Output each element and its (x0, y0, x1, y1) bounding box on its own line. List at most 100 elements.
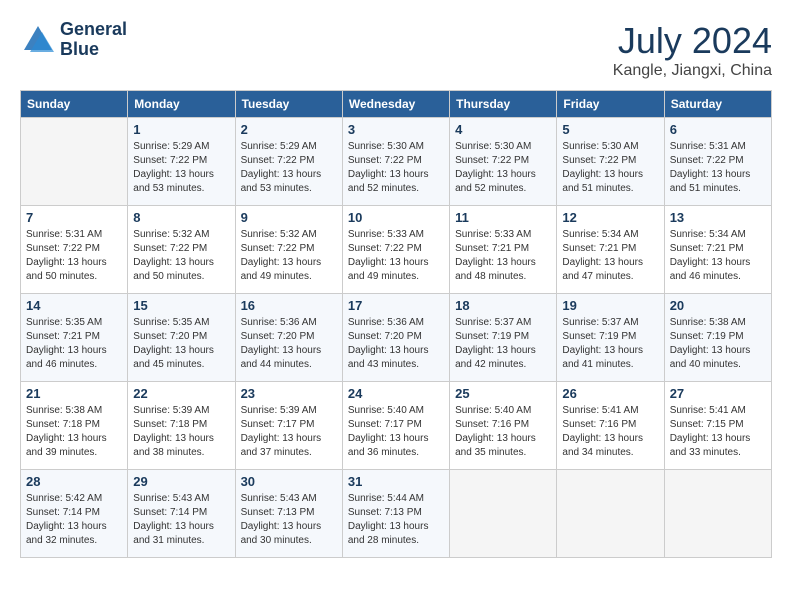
day-number: 28 (26, 474, 122, 489)
calendar-cell: 29 Sunrise: 5:43 AMSunset: 7:14 PMDayligh… (128, 470, 235, 558)
logo-icon (20, 22, 56, 58)
day-number: 18 (455, 298, 551, 313)
calendar-table: SundayMondayTuesdayWednesdayThursdayFrid… (20, 90, 772, 558)
calendar-cell: 6Sunrise: 5:31 AMSunset: 7:22 PMDaylight… (664, 118, 771, 206)
day-info: Sunrise: 5:43 AMSunset: 7:14 PMDaylight:… (133, 492, 229, 548)
calendar-cell: 12 Sunrise: 5:34 AMSunset: 7:21 PMDayligh… (557, 206, 664, 294)
calendar-cell: 15 Sunrise: 5:35 AMSunset: 7:20 PMDayligh… (128, 294, 235, 382)
weekday-header-row: SundayMondayTuesdayWednesdayThursdayFrid… (21, 91, 772, 118)
day-info: Sunrise: 5:31 AMSunset: 7:22 PMDaylight:… (26, 228, 122, 284)
day-number: 9 (241, 210, 337, 225)
day-info: Sunrise: 5:36 AMSunset: 7:20 PMDaylight:… (348, 316, 444, 372)
day-info: Sunrise: 5:38 AMSunset: 7:18 PMDaylight:… (26, 404, 122, 460)
day-number: 24 (348, 386, 444, 401)
day-number: 16 (241, 298, 337, 313)
day-info: Sunrise: 5:32 AMSunset: 7:22 PMDaylight:… (133, 228, 229, 284)
day-info: Sunrise: 5:39 AMSunset: 7:18 PMDaylight:… (133, 404, 229, 460)
day-number: 20 (670, 298, 766, 313)
calendar-cell: 26Sunrise: 5:41 AMSunset: 7:16 PMDayligh… (557, 382, 664, 470)
calendar-body: 1 Sunrise: 5:29 AMSunset: 7:22 PMDaylight… (21, 118, 772, 558)
day-info: Sunrise: 5:40 AMSunset: 7:16 PMDaylight:… (455, 404, 551, 460)
calendar-cell: 11Sunrise: 5:33 AMSunset: 7:21 PMDayligh… (450, 206, 557, 294)
day-info: Sunrise: 5:36 AMSunset: 7:20 PMDaylight:… (241, 316, 337, 372)
calendar-cell: 3 Sunrise: 5:30 AMSunset: 7:22 PMDaylight… (342, 118, 449, 206)
calendar-cell: 4 Sunrise: 5:30 AMSunset: 7:22 PMDaylight… (450, 118, 557, 206)
calendar-cell: 22 Sunrise: 5:39 AMSunset: 7:18 PMDayligh… (128, 382, 235, 470)
day-info: Sunrise: 5:33 AMSunset: 7:22 PMDaylight:… (348, 228, 444, 284)
weekday-header-cell: Sunday (21, 91, 128, 118)
day-info: Sunrise: 5:30 AMSunset: 7:22 PMDaylight:… (455, 140, 551, 196)
calendar-cell (664, 470, 771, 558)
page-header: General Blue July 2024 Kangle, Jiangxi, … (20, 20, 772, 80)
logo-text: General Blue (60, 20, 127, 60)
day-number: 8 (133, 210, 229, 225)
month-title: July 2024 (613, 20, 772, 62)
day-number: 12 (562, 210, 658, 225)
day-info: Sunrise: 5:35 AMSunset: 7:21 PMDaylight:… (26, 316, 122, 372)
location: Kangle, Jiangxi, China (613, 62, 772, 80)
day-info: Sunrise: 5:43 AMSunset: 7:13 PMDaylight:… (241, 492, 337, 548)
day-info: Sunrise: 5:39 AMSunset: 7:17 PMDaylight:… (241, 404, 337, 460)
day-number: 23 (241, 386, 337, 401)
day-number: 5 (562, 122, 658, 137)
weekday-header-cell: Tuesday (235, 91, 342, 118)
day-number: 15 (133, 298, 229, 313)
day-info: Sunrise: 5:30 AMSunset: 7:22 PMDaylight:… (562, 140, 658, 196)
calendar-cell: 2 Sunrise: 5:29 AMSunset: 7:22 PMDaylight… (235, 118, 342, 206)
calendar-cell: 23 Sunrise: 5:39 AMSunset: 7:17 PMDayligh… (235, 382, 342, 470)
weekday-header-cell: Wednesday (342, 91, 449, 118)
day-number: 17 (348, 298, 444, 313)
calendar-cell (21, 118, 128, 206)
day-info: Sunrise: 5:35 AMSunset: 7:20 PMDaylight:… (133, 316, 229, 372)
day-number: 13 (670, 210, 766, 225)
calendar-cell: 10Sunrise: 5:33 AMSunset: 7:22 PMDayligh… (342, 206, 449, 294)
day-info: Sunrise: 5:37 AMSunset: 7:19 PMDaylight:… (455, 316, 551, 372)
calendar-cell: 17 Sunrise: 5:36 AMSunset: 7:20 PMDayligh… (342, 294, 449, 382)
day-info: Sunrise: 5:40 AMSunset: 7:17 PMDaylight:… (348, 404, 444, 460)
day-info: Sunrise: 5:37 AMSunset: 7:19 PMDaylight:… (562, 316, 658, 372)
calendar-cell: 27 Sunrise: 5:41 AMSunset: 7:15 PMDayligh… (664, 382, 771, 470)
day-number: 27 (670, 386, 766, 401)
day-number: 6 (670, 122, 766, 137)
calendar-cell: 21 Sunrise: 5:38 AMSunset: 7:18 PMDayligh… (21, 382, 128, 470)
day-number: 2 (241, 122, 337, 137)
day-number: 3 (348, 122, 444, 137)
calendar-cell: 7Sunrise: 5:31 AMSunset: 7:22 PMDaylight… (21, 206, 128, 294)
day-info: Sunrise: 5:44 AMSunset: 7:13 PMDaylight:… (348, 492, 444, 548)
day-info: Sunrise: 5:41 AMSunset: 7:15 PMDaylight:… (670, 404, 766, 460)
day-number: 31 (348, 474, 444, 489)
day-number: 30 (241, 474, 337, 489)
day-info: Sunrise: 5:34 AMSunset: 7:21 PMDaylight:… (562, 228, 658, 284)
day-number: 25 (455, 386, 551, 401)
day-number: 21 (26, 386, 122, 401)
calendar-week-row: 21 Sunrise: 5:38 AMSunset: 7:18 PMDayligh… (21, 382, 772, 470)
calendar-week-row: 14Sunrise: 5:35 AMSunset: 7:21 PMDayligh… (21, 294, 772, 382)
day-info: Sunrise: 5:38 AMSunset: 7:19 PMDaylight:… (670, 316, 766, 372)
day-number: 4 (455, 122, 551, 137)
day-info: Sunrise: 5:41 AMSunset: 7:16 PMDaylight:… (562, 404, 658, 460)
day-number: 22 (133, 386, 229, 401)
calendar-cell: 20 Sunrise: 5:38 AMSunset: 7:19 PMDayligh… (664, 294, 771, 382)
calendar-cell: 16 Sunrise: 5:36 AMSunset: 7:20 PMDayligh… (235, 294, 342, 382)
day-number: 11 (455, 210, 551, 225)
calendar-week-row: 7Sunrise: 5:31 AMSunset: 7:22 PMDaylight… (21, 206, 772, 294)
calendar-cell: 5 Sunrise: 5:30 AMSunset: 7:22 PMDaylight… (557, 118, 664, 206)
day-number: 1 (133, 122, 229, 137)
calendar-cell: 14Sunrise: 5:35 AMSunset: 7:21 PMDayligh… (21, 294, 128, 382)
day-info: Sunrise: 5:32 AMSunset: 7:22 PMDaylight:… (241, 228, 337, 284)
calendar-cell: 1Sunrise: 5:29 AMSunset: 7:22 PMDaylight… (128, 118, 235, 206)
weekday-header-cell: Friday (557, 91, 664, 118)
day-number: 29 (133, 474, 229, 489)
calendar-cell: 25 Sunrise: 5:40 AMSunset: 7:16 PMDayligh… (450, 382, 557, 470)
calendar-cell: 28Sunrise: 5:42 AMSunset: 7:14 PMDayligh… (21, 470, 128, 558)
day-info: Sunrise: 5:34 AMSunset: 7:21 PMDaylight:… (670, 228, 766, 284)
calendar-cell: 31 Sunrise: 5:44 AMSunset: 7:13 PMDayligh… (342, 470, 449, 558)
calendar-cell: 18 Sunrise: 5:37 AMSunset: 7:19 PMDayligh… (450, 294, 557, 382)
weekday-header-cell: Saturday (664, 91, 771, 118)
day-info: Sunrise: 5:29 AMSunset: 7:22 PMDaylight:… (241, 140, 337, 196)
calendar-cell: 19 Sunrise: 5:37 AMSunset: 7:19 PMDayligh… (557, 294, 664, 382)
calendar-cell: 30 Sunrise: 5:43 AMSunset: 7:13 PMDayligh… (235, 470, 342, 558)
day-number: 19 (562, 298, 658, 313)
day-info: Sunrise: 5:30 AMSunset: 7:22 PMDaylight:… (348, 140, 444, 196)
calendar-cell (557, 470, 664, 558)
